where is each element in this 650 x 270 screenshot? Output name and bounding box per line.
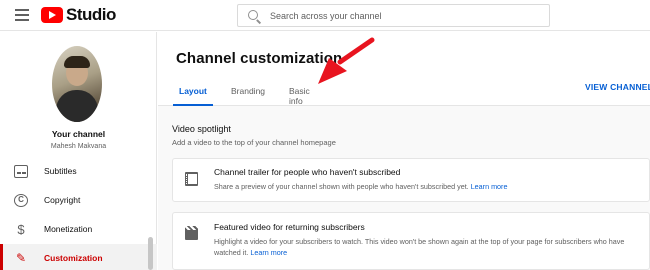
youtube-play-icon	[41, 7, 63, 23]
sidebar-item-copyright[interactable]: C Copyright	[0, 186, 157, 215]
section-description: Add a video to the top of your channel h…	[172, 138, 336, 147]
film-icon	[185, 172, 198, 186]
search-icon	[248, 10, 258, 20]
main-content: Channel customization Layout Branding Ba…	[158, 32, 650, 270]
learn-more-link[interactable]: Learn more	[471, 182, 508, 191]
search-input[interactable]	[270, 8, 540, 24]
learn-more-link[interactable]: Learn more	[250, 248, 287, 257]
sidebar-nav: Subtitles C Copyright $ Monetization ✎ C…	[0, 157, 157, 270]
featured-video-card[interactable]: Featured video for returning subscribers…	[172, 212, 650, 270]
page-title: Channel customization	[176, 50, 343, 67]
card-description-text: Highlight a video for your subscribers t…	[214, 237, 625, 246]
subtitles-icon	[14, 165, 28, 178]
sidebar-item-monetization[interactable]: $ Monetization	[0, 215, 157, 244]
tab-layout[interactable]: Layout	[173, 86, 213, 106]
channel-owner-name: Mahesh Makvana	[50, 143, 107, 150]
card-description-text: watched it.	[214, 248, 249, 257]
sidebar: Your channel Mahesh Makvana Subtitles C …	[0, 32, 157, 270]
sidebar-item-customization[interactable]: ✎ Customization	[0, 244, 157, 270]
search-box[interactable]	[237, 4, 550, 27]
sidebar-item-label: Subtitles	[44, 166, 77, 176]
monetization-icon: $	[17, 222, 25, 237]
sidebar-scrollbar[interactable]	[148, 237, 153, 270]
sidebar-item-label: Copyright	[44, 195, 81, 205]
card-title: Channel trailer for people who haven't s…	[214, 167, 401, 177]
card-description: Share a preview of your channel shown wi…	[214, 181, 650, 192]
card-title: Featured video for returning subscribers	[214, 222, 365, 232]
clapperboard-icon	[185, 226, 198, 240]
card-description-text: Share a preview of your channel shown wi…	[214, 182, 469, 191]
logo-text: Studio	[66, 5, 116, 24]
channel-avatar[interactable]	[52, 46, 102, 122]
channel-trailer-card[interactable]: Channel trailer for people who haven't s…	[172, 158, 650, 202]
card-description: Highlight a video for your subscribers t…	[214, 236, 650, 258]
sidebar-item-label: Monetization	[44, 224, 93, 234]
studio-logo[interactable]: Studio	[41, 5, 116, 24]
menu-icon[interactable]	[15, 9, 29, 21]
copyright-icon: C	[14, 194, 28, 207]
section-title: Video spotlight	[172, 124, 231, 134]
tab-basic-info[interactable]: Basic info	[289, 86, 310, 106]
tab-branding[interactable]: Branding	[231, 86, 265, 106]
sidebar-item-label: Customization	[44, 253, 103, 263]
customization-wand-icon: ✎	[15, 251, 27, 265]
sidebar-item-subtitles[interactable]: Subtitles	[0, 157, 157, 186]
channel-title: Your channel	[51, 129, 106, 139]
view-channel-link[interactable]: VIEW CHANNEL	[585, 82, 650, 92]
top-bar: Studio	[0, 0, 650, 31]
page-header: Channel customization Layout Branding Ba…	[158, 32, 650, 106]
